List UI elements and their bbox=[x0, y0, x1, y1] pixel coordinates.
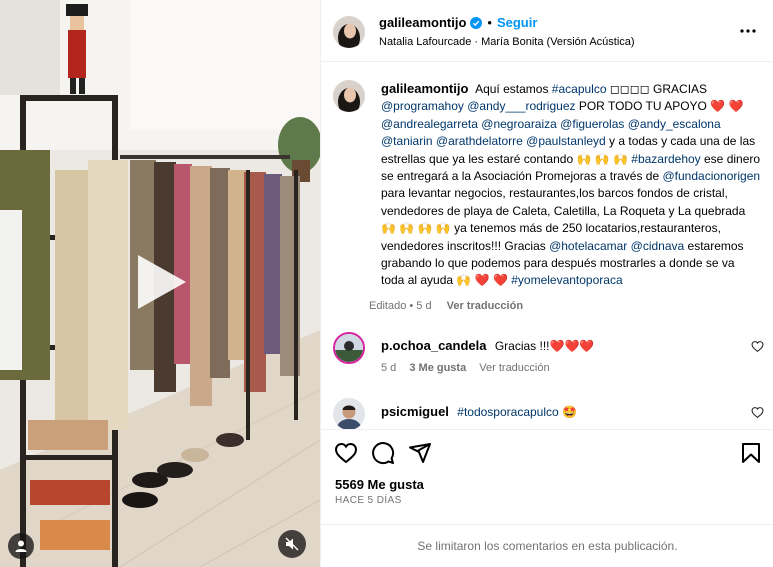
avatar-image bbox=[335, 334, 363, 362]
comments-list[interactable]: galileamontijo Aquí estamos #acapulco ◻◻… bbox=[321, 62, 773, 429]
bookmark-icon[interactable] bbox=[739, 441, 763, 465]
caption-mention-link[interactable]: @programahoy bbox=[381, 99, 464, 113]
caption-text-segment: Aquí estamos bbox=[475, 82, 552, 96]
post-time-ago[interactable]: HACE 5 DÍAS bbox=[335, 495, 402, 506]
mute-button[interactable] bbox=[278, 530, 306, 558]
caption-text: galileamontijo Aquí estamos #acapulco ◻◻… bbox=[381, 80, 761, 290]
comment-translate-link[interactable]: Ver traducción bbox=[479, 362, 549, 374]
comment-meta: 5 d 3 Me gusta Ver traducción bbox=[381, 362, 560, 374]
comment-text: Gracias !!!❤️❤️❤️ bbox=[494, 339, 595, 353]
follow-button[interactable]: Seguir bbox=[497, 15, 537, 30]
caption-edited-time: Editado • 5 d bbox=[369, 300, 432, 312]
caption-mention-link[interactable]: @cidnava bbox=[631, 239, 685, 253]
caption-mention-link[interactable]: @arathdelatorre bbox=[436, 134, 523, 148]
caption-hashtag-link[interactable]: #yomelevantoporaca bbox=[511, 273, 622, 287]
caption-mention-link[interactable]: @paulstanleyd bbox=[526, 134, 606, 148]
verified-badge-icon bbox=[470, 16, 483, 29]
audio-track-link[interactable]: Natalia Lafourcade · María Bonita (Versi… bbox=[379, 36, 635, 48]
caption-mention-link[interactable]: @andy_escalona bbox=[628, 117, 721, 131]
caption-hashtag-link[interactable]: #acapulco bbox=[552, 82, 607, 96]
caption-content: Aquí estamos #acapulco ◻◻◻◻ GRACIAS @pro… bbox=[381, 82, 760, 287]
comment-like-heart-icon[interactable] bbox=[751, 406, 764, 419]
post-side-panel: galileamontijo • Seguir Natalia Lafourca… bbox=[320, 0, 773, 567]
tagged-users-button[interactable] bbox=[8, 533, 34, 559]
heart-icon[interactable] bbox=[334, 441, 358, 465]
caption-mention-link[interactable]: @hotelacamar bbox=[549, 239, 627, 253]
caption-text-segment: ◻◻◻◻ GRACIAS bbox=[606, 82, 708, 96]
user-tag-icon bbox=[15, 540, 27, 552]
separator-dot: • bbox=[487, 15, 492, 30]
comments-limited-notice: Se limitaron los comentarios en esta pub… bbox=[321, 524, 773, 567]
more-options-icon[interactable] bbox=[739, 22, 757, 40]
avatar-image bbox=[333, 80, 365, 112]
caption-translate-link[interactable]: Ver traducción bbox=[447, 300, 523, 312]
caption-mention-link[interactable]: @figuerolas bbox=[560, 117, 624, 131]
avatar-image bbox=[333, 16, 365, 48]
caption-mention-link[interactable]: @fundacionorigen bbox=[662, 169, 760, 183]
author-avatar[interactable] bbox=[333, 16, 365, 48]
post-header: galileamontijo • Seguir Natalia Lafourca… bbox=[321, 0, 773, 62]
comment-text: #todosporacapulco 🤩 bbox=[457, 405, 577, 419]
play-button[interactable] bbox=[132, 253, 190, 311]
comment-line: p.ochoa_candela Gracias !!!❤️❤️❤️ bbox=[381, 338, 594, 353]
caption-text-segment: POR TODO TU APOYO ❤️ ❤️ bbox=[575, 99, 744, 114]
author-username[interactable]: galileamontijo bbox=[379, 15, 466, 30]
comment-likes-count[interactable]: 3 Me gusta bbox=[409, 362, 466, 374]
commenter-username[interactable]: psicmiguel bbox=[381, 404, 449, 419]
comment-age: 5 d bbox=[381, 362, 397, 374]
post-actions: 5569 Me gusta HACE 5 DÍAS bbox=[321, 429, 773, 524]
caption-mention-link[interactable]: @andrealegarreta bbox=[381, 117, 478, 131]
header-user-line: galileamontijo • Seguir bbox=[379, 15, 537, 30]
likes-count[interactable]: 5569 Me gusta bbox=[335, 477, 424, 492]
play-icon bbox=[138, 255, 186, 309]
comment-line: psicmiguel #todosporacapulco 🤩 bbox=[381, 404, 577, 419]
share-icon[interactable] bbox=[408, 441, 432, 465]
caption-hashtag-link[interactable]: #bazardehoy bbox=[631, 152, 700, 166]
avatar-image bbox=[333, 398, 365, 429]
caption-mention-link[interactable]: @andy___rodriguez bbox=[467, 99, 575, 113]
caption-username[interactable]: galileamontijo bbox=[381, 81, 468, 96]
caption-meta: Editado • 5 d Ver traducción bbox=[369, 300, 535, 312]
comment-icon[interactable] bbox=[371, 441, 395, 465]
commenter-username[interactable]: p.ochoa_candela bbox=[381, 338, 486, 353]
comment-like-heart-icon[interactable] bbox=[751, 340, 764, 353]
caption-mention-link[interactable]: @taniarin bbox=[381, 134, 433, 148]
post-media-video[interactable] bbox=[0, 0, 320, 567]
commenter-avatar[interactable] bbox=[333, 332, 365, 364]
caption-author-avatar[interactable] bbox=[333, 80, 365, 112]
muted-speaker-icon bbox=[285, 537, 299, 551]
caption-mention-link[interactable]: @negroaraiza bbox=[481, 117, 557, 131]
commenter-avatar[interactable] bbox=[333, 398, 365, 429]
